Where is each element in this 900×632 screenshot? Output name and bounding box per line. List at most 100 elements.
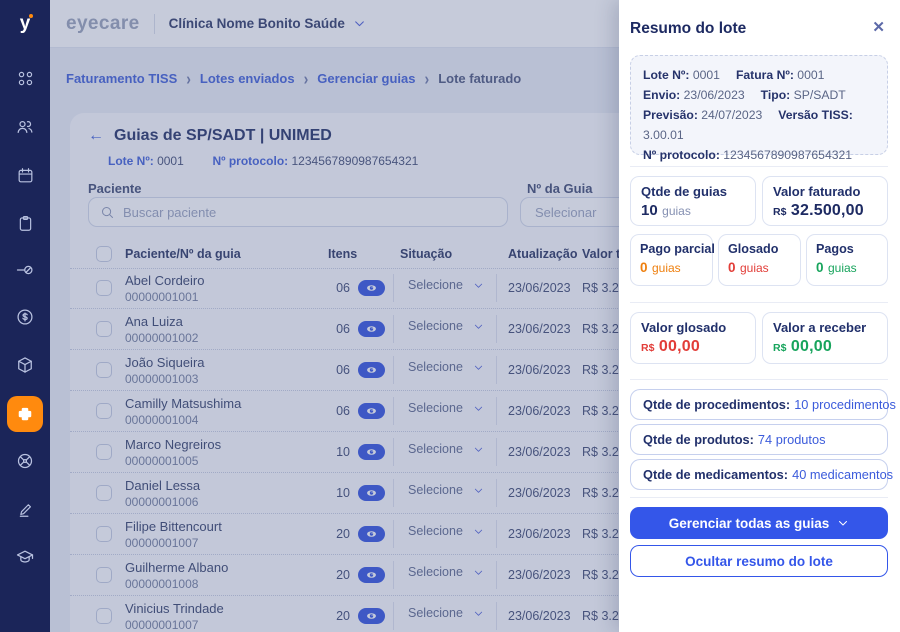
patient-name: Camilly Matsushima <box>125 396 241 411</box>
sidebar-item-users-icon[interactable] <box>0 109 50 145</box>
chevron-down-icon <box>837 517 849 529</box>
chevron-down-icon <box>473 567 484 578</box>
clinic-name: Clínica Nome Bonito Saúde <box>169 16 345 31</box>
users-icon <box>15 117 35 137</box>
chevron-down-icon <box>473 280 484 291</box>
situacao-select[interactable]: Selecione <box>408 442 484 456</box>
view-guia-button[interactable] <box>358 403 385 419</box>
app-logo[interactable]: y <box>0 0 50 48</box>
row-checkbox[interactable] <box>96 280 112 296</box>
view-guia-button[interactable] <box>358 485 385 501</box>
sidebar-item-edit-icon[interactable] <box>0 491 50 527</box>
dollar-circle-icon <box>15 307 35 327</box>
guia-number: 00000001002 <box>125 331 198 345</box>
situacao-select[interactable]: Selecione <box>408 483 484 497</box>
row-checkbox[interactable] <box>96 485 112 501</box>
close-icon[interactable]: ✕ <box>872 18 885 36</box>
card-valor-receber: Valor a receber R$ 00,00 <box>762 312 888 364</box>
row-checkbox[interactable] <box>96 403 112 419</box>
breadcrumb-separator: › <box>425 68 430 88</box>
patient-name: Abel Cordeiro <box>125 273 205 288</box>
view-guia-button[interactable] <box>358 608 385 624</box>
situacao-select[interactable]: Selecione <box>408 606 484 620</box>
sidebar-item-billing-icon[interactable] <box>0 299 50 335</box>
brand-logo: eyecare <box>66 13 140 35</box>
search-icon <box>100 205 115 220</box>
grid-icon <box>16 69 35 88</box>
medical-cross-icon <box>16 405 34 423</box>
view-guia-button[interactable] <box>358 280 385 296</box>
view-guia-button[interactable] <box>358 567 385 583</box>
atualizacao-date: 23/06/2023 <box>508 609 571 623</box>
situacao-select[interactable]: Selecione <box>408 278 484 292</box>
patient-name: Marco Negreiros <box>125 437 221 452</box>
sidebar-item-helm-icon[interactable] <box>0 443 50 479</box>
search-patient-input[interactable]: Buscar paciente <box>88 197 508 227</box>
eye-icon <box>363 405 380 417</box>
atualizacao-date: 23/06/2023 <box>508 486 571 500</box>
sidebar-item-tiss-active[interactable] <box>7 396 43 432</box>
sidebar-item-grid-icon[interactable] <box>0 60 50 96</box>
itens-count: 20 <box>328 609 350 623</box>
sidebar-item-calendar-icon[interactable] <box>0 157 50 193</box>
row-checkbox[interactable] <box>96 362 112 378</box>
search-placeholder: Buscar paciente <box>123 205 216 220</box>
graduation-cap-icon <box>15 547 35 567</box>
chevron-down-icon <box>473 321 484 332</box>
eye-icon <box>363 364 380 376</box>
breadcrumb: Faturamento TISS › Lotes enviados › Gere… <box>66 70 521 86</box>
situacao-select[interactable]: Selecione <box>408 401 484 415</box>
sidebar-item-key-icon[interactable] <box>0 252 50 288</box>
atualizacao-date: 23/06/2023 <box>508 527 571 541</box>
view-guia-button[interactable] <box>358 444 385 460</box>
guia-number: 00000001008 <box>125 577 228 591</box>
situacao-select[interactable]: Selecione <box>408 319 484 333</box>
eye-icon <box>363 528 380 540</box>
breadcrumb-item-gerenciar[interactable]: Gerenciar guias <box>317 71 415 86</box>
sidebar-item-clipboard-icon[interactable] <box>0 205 50 241</box>
pill-medicamentos: Qtde de medicamentos:40 medicamentos <box>630 459 888 490</box>
view-guia-button[interactable] <box>358 362 385 378</box>
situacao-select[interactable]: Selecione <box>408 360 484 374</box>
card-qtde-guias: Qtde de guias 10 guias <box>630 176 756 226</box>
row-checkbox[interactable] <box>96 321 112 337</box>
breadcrumb-separator: › <box>186 68 191 88</box>
helm-icon <box>15 451 35 471</box>
sidebar-item-package-icon[interactable] <box>0 347 50 383</box>
package-icon <box>15 355 35 375</box>
situacao-select[interactable]: Selecione <box>408 524 484 538</box>
gerenciar-todas-button[interactable]: Gerenciar todas as guias <box>630 507 888 539</box>
guia-number: 00000001006 <box>125 495 200 509</box>
card-pagos: Pagos 0 guias <box>806 234 888 286</box>
situacao-select[interactable]: Selecione <box>408 565 484 579</box>
view-guia-button[interactable] <box>358 526 385 542</box>
row-checkbox[interactable] <box>96 567 112 583</box>
select-all-checkbox[interactable] <box>96 246 112 262</box>
patient-name: Vinicius Trindade <box>125 601 224 616</box>
calendar-icon <box>16 166 35 185</box>
back-button[interactable]: ← <box>88 127 104 145</box>
eye-icon <box>363 282 380 294</box>
guia-number: 00000001005 <box>125 454 221 468</box>
chevron-down-icon <box>473 444 484 455</box>
card-glosado: Glosado 0 guias <box>718 234 801 286</box>
row-checkbox[interactable] <box>96 444 112 460</box>
lote-info-box: Lote Nº: 0001Fatura Nº: 0001 Envio: 23/0… <box>630 55 888 155</box>
row-checkbox[interactable] <box>96 608 112 624</box>
itens-count: 10 <box>328 486 350 500</box>
ocultar-resumo-button[interactable]: Ocultar resumo do lote <box>630 545 888 577</box>
chevron-down-icon <box>473 362 484 373</box>
guia-number: 00000001003 <box>125 372 205 386</box>
clinic-selector[interactable]: Clínica Nome Bonito Saúde <box>169 16 366 31</box>
view-guia-button[interactable] <box>358 321 385 337</box>
guia-number: 00000001007 <box>125 618 224 632</box>
guia-filter-label: Nº da Guia <box>527 181 592 196</box>
lot-info-line: Lote Nº: 0001 Nº protocolo: 123456789098… <box>108 154 418 168</box>
chevron-down-icon <box>473 608 484 619</box>
breadcrumb-item-faturamento[interactable]: Faturamento TISS <box>66 71 177 86</box>
row-checkbox[interactable] <box>96 526 112 542</box>
breadcrumb-item-lotes[interactable]: Lotes enviados <box>200 71 295 86</box>
clipboard-icon <box>16 214 35 233</box>
key-icon <box>15 260 35 280</box>
sidebar-item-education-icon[interactable] <box>0 539 50 575</box>
